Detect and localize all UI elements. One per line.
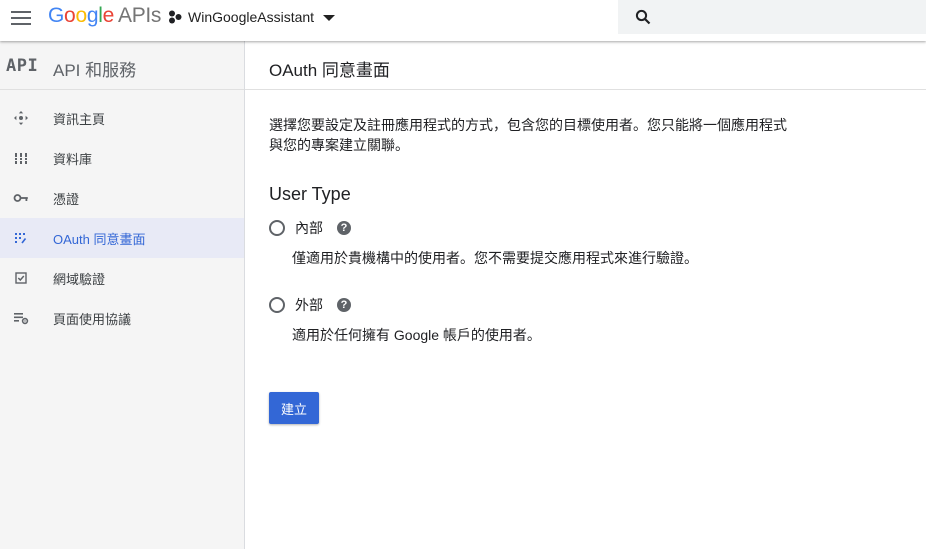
help-icon[interactable]: ? [337, 221, 351, 235]
sidebar-item-label: 網域驗證 [53, 271, 106, 287]
google-logo-letter: o [75, 4, 87, 27]
checkbox-icon [15, 272, 27, 284]
sidebar-item-library[interactable]: 資料庫 [0, 138, 244, 178]
google-logo-letter: e [102, 4, 115, 27]
external-option[interactable]: 外部 ? [269, 295, 351, 315]
top-bar: Google APIs WinGoogleAssistant [0, 0, 926, 41]
library-icon [14, 153, 28, 164]
main-content: OAuth 同意畫面 選擇您要設定及註冊應用程式的方式，包含您的目標使用者。您只… [245, 41, 926, 549]
google-logo-letter: G [48, 4, 65, 27]
create-button[interactable]: 建立 [269, 392, 319, 424]
search-bar[interactable] [618, 0, 926, 34]
sidebar-item-dashboard[interactable]: 資訊主頁 [0, 98, 244, 138]
chevron-down-icon [323, 15, 336, 21]
external-radio[interactable] [269, 297, 285, 313]
external-label: 外部 [295, 297, 323, 313]
project-dots-icon [169, 10, 182, 24]
page-title: OAuth 同意畫面 [269, 61, 390, 80]
dashboard-icon [14, 111, 28, 125]
api-logo: API [6, 56, 39, 76]
google-logo-letter: g [86, 4, 99, 27]
sidebar-title: API 和服務 [53, 61, 137, 80]
internal-description: 僅適用於貴機構中的使用者。您不需要提交應用程式來進行驗證。 [292, 250, 698, 266]
sidebar-item-credentials[interactable]: 憑證 [0, 178, 244, 218]
key-icon [13, 194, 28, 202]
google-logo-text: Google [48, 4, 114, 27]
external-description: 適用於任何擁有 Google 帳戶的使用者。 [292, 327, 541, 343]
sidebar-header: API API 和服務 [0, 41, 244, 90]
page-header: OAuth 同意畫面 [245, 41, 926, 90]
sidebar-item-label: 頁面使用協議 [53, 311, 132, 327]
internal-option[interactable]: 內部 ? [269, 218, 351, 238]
sidebar-item-label: 資料庫 [53, 151, 93, 167]
page-usage-settings-icon [14, 313, 29, 325]
help-icon[interactable]: ? [337, 298, 351, 312]
sidebar-nav: 資訊主頁 資料庫 憑證 OAuth 同意畫面 網域驗證 頁面使用協議 [0, 98, 244, 338]
apis-logo-text: APIs [117, 4, 162, 27]
internal-radio[interactable] [269, 220, 285, 236]
project-name: WinGoogleAssistant [188, 9, 315, 25]
sidebar-item-label: OAuth 同意畫面 [53, 231, 146, 247]
internal-label: 內部 [295, 220, 323, 236]
sidebar: API API 和服務 資訊主頁 資料庫 憑證 OAuth 同意畫面 網域驗證 … [0, 41, 245, 549]
sidebar-item-oauth-consent[interactable]: OAuth 同意畫面 [0, 218, 244, 258]
project-selector[interactable]: WinGoogleAssistant [168, 7, 336, 27]
sidebar-item-label: 憑證 [53, 191, 80, 207]
google-logo-letter: o [64, 4, 76, 27]
sidebar-item-label: 資訊主頁 [53, 111, 106, 127]
sidebar-item-page-usage[interactable]: 頁面使用協議 [0, 298, 244, 338]
menu-icon[interactable] [11, 8, 31, 26]
user-type-heading: User Type [269, 184, 351, 204]
consent-screen-icon [15, 233, 27, 244]
search-icon [635, 9, 651, 25]
page-description: 選擇您要設定及註冊應用程式的方式，包含您的目標使用者。您只能將一個應用程式與您的… [269, 117, 787, 153]
sidebar-item-domain-verification[interactable]: 網域驗證 [0, 258, 244, 298]
google-apis-logo[interactable]: Google APIs [48, 4, 161, 28]
